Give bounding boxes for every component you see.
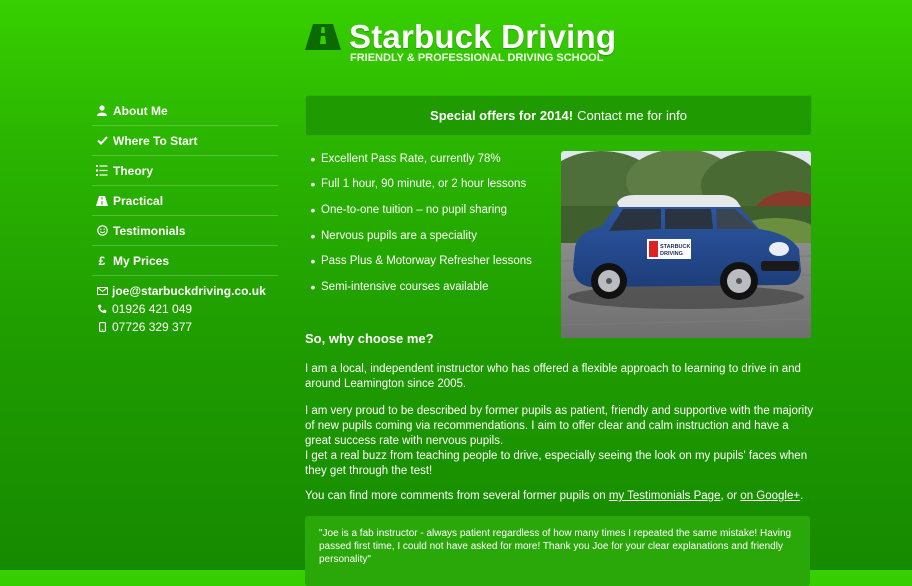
feature-text: Full 1 hour, 90 minute, or 2 hour lesson… xyxy=(321,178,527,191)
special-offers-banner[interactable]: Special offers for 2014! Contact me for … xyxy=(305,95,812,136)
testimonial-quote-box: "Joe is a fab instructor - always patien… xyxy=(305,516,810,586)
banner-highlight: Special offers for 2014! xyxy=(430,108,574,123)
buzz-text: I get a real buzz from teaching people t… xyxy=(305,450,808,477)
feature-list: • Excellent Pass Rate, currently 78% • Ful… xyxy=(305,146,555,300)
car-sign-line2: DRIVING xyxy=(660,251,683,257)
contact-email[interactable]: joe@starbuckdriving.co.uk xyxy=(92,282,292,300)
intro-paragraph: I am a local, independent instructor who… xyxy=(305,363,801,390)
banner-text: Contact me for info xyxy=(577,108,687,123)
check-icon xyxy=(92,136,112,145)
car-photo: STARBUCK DRIVING xyxy=(561,151,811,338)
feature-text: Pass Plus & Motorway Refresher lessons xyxy=(321,255,532,268)
bullet-icon: • xyxy=(310,278,316,295)
car-sign-line1: STARBUCK xyxy=(660,244,690,250)
feature-text: One-to-one tuition – no pupil sharing xyxy=(321,203,508,216)
list-item: • Nervous pupils are a speciality xyxy=(305,223,555,249)
contact-mobile[interactable]: 07726 329 377 xyxy=(92,318,292,336)
sidebar-item-testimonials[interactable]: Testimonials xyxy=(92,216,278,246)
bullet-icon: • xyxy=(310,227,316,244)
list-item: • Pass Plus & Motorway Refresher lessons xyxy=(305,248,555,274)
envelope-icon xyxy=(92,287,112,295)
bullet-icon: • xyxy=(310,201,316,218)
list-item: • One-to-one tuition – no pupil sharing xyxy=(305,197,555,223)
list-icon xyxy=(92,165,112,176)
mobile-icon xyxy=(92,322,112,332)
road-logo-icon xyxy=(305,24,341,50)
contact-details: joe@starbuckdriving.co.uk 01926 421 049 … xyxy=(92,282,292,336)
testimonials-paragraph: You can find more comments from several … xyxy=(305,489,815,504)
bullet-icon: • xyxy=(310,253,316,270)
road-icon xyxy=(92,195,112,206)
contact-mobile-text[interactable]: 07726 329 377 xyxy=(112,320,192,334)
contact-email-text[interactable]: joe@starbuckdriving.co.uk xyxy=(112,284,266,298)
testimonials-text-end: . xyxy=(800,490,804,502)
google-plus-link[interactable]: on Google+ xyxy=(740,490,800,502)
list-item: • Semi-intensive courses available xyxy=(305,274,555,300)
bullet-icon: • xyxy=(310,176,316,193)
sidebar-item-label: My Prices xyxy=(113,253,170,268)
sidebar-item-label: Practical xyxy=(113,193,164,208)
sidebar-item-my-prices[interactable]: £ My Prices xyxy=(92,246,278,276)
smile-icon xyxy=(92,225,112,236)
testimonials-text: You can find more comments from several … xyxy=(305,490,609,502)
feature-text: Nervous pupils are a speciality xyxy=(321,229,477,242)
site-tagline: FRIENDLY & PROFESSIONAL DRIVING SCHOOL xyxy=(350,52,604,64)
site-title[interactable]: Starbuck Driving xyxy=(349,18,616,56)
why-choose-heading: So, why choose me? xyxy=(305,331,434,346)
contact-phone-text[interactable]: 01926 421 049 xyxy=(112,302,192,316)
contact-phone[interactable]: 01926 421 049 xyxy=(92,300,292,318)
sidebar-item-label: Testimonials xyxy=(113,223,186,238)
list-item: • Excellent Pass Rate, currently 78% xyxy=(305,146,555,172)
sidebar-item-theory[interactable]: Theory xyxy=(92,156,278,186)
phone-icon xyxy=(92,304,112,314)
testimonials-text-mid: , or xyxy=(720,490,741,502)
sidebar-item-practical[interactable]: Practical xyxy=(92,186,278,216)
bullet-icon: • xyxy=(310,150,316,167)
praise-paragraph: I am very proud to be described by forme… xyxy=(305,404,815,479)
sidebar-item-label: About Me xyxy=(113,103,168,118)
sidebar-item-label: Where To Start xyxy=(113,133,198,148)
sidebar-nav: About Me Where To Start Theory Practical… xyxy=(92,96,278,276)
sidebar-item-label: Theory xyxy=(113,163,154,178)
testimonials-page-link[interactable]: my Testimonials Page xyxy=(609,490,721,502)
praise-text: I am very proud to be described by forme… xyxy=(305,405,814,447)
feature-text: Semi-intensive courses available xyxy=(321,280,489,293)
list-item: • Full 1 hour, 90 minute, or 2 hour lesso… xyxy=(305,172,555,198)
sidebar-item-where-to-start[interactable]: Where To Start xyxy=(92,126,278,156)
feature-text: Excellent Pass Rate, currently 78% xyxy=(321,152,501,165)
testimonial-quote: "Joe is a fab instructor - always patien… xyxy=(319,528,792,565)
user-icon xyxy=(92,105,112,116)
pound-icon: £ xyxy=(98,253,106,268)
sidebar-item-about-me[interactable]: About Me xyxy=(92,96,278,126)
